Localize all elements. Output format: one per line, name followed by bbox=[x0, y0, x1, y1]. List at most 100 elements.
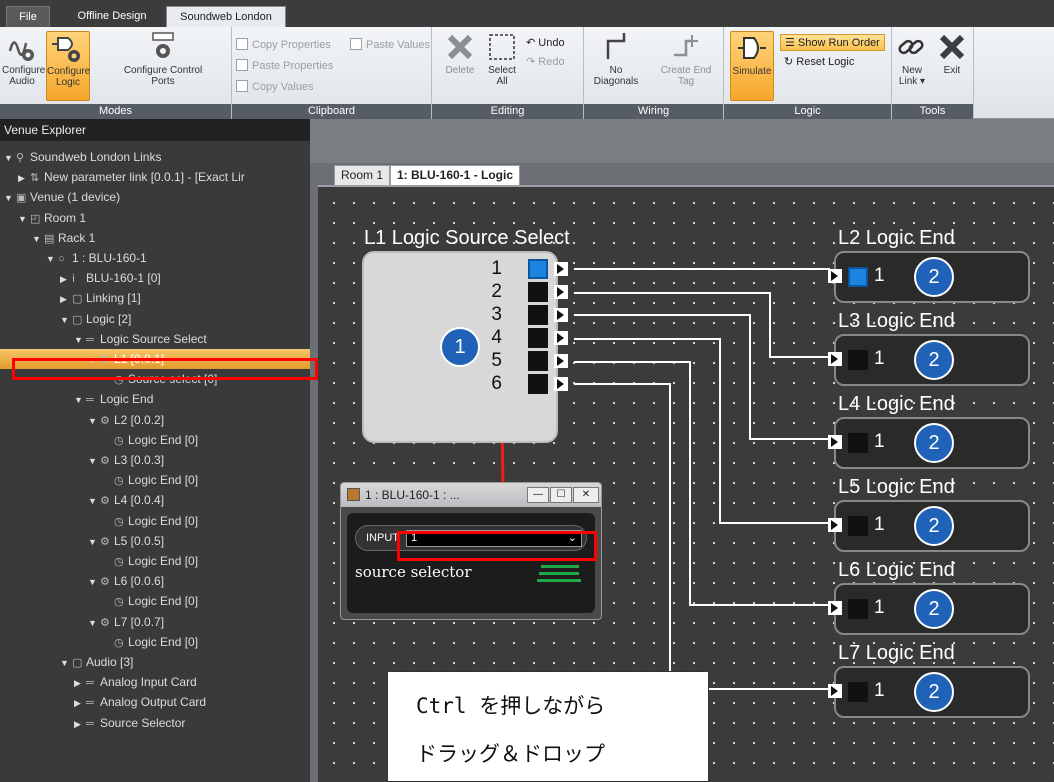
paste-values-button[interactable]: Paste Values bbox=[350, 37, 430, 54]
input-pin-arrow-icon[interactable] bbox=[828, 601, 842, 615]
tree-item[interactable]: ▼ ⚙ L3 [0.0.3] bbox=[88, 450, 164, 470]
output-pin-arrow-icon[interactable] bbox=[554, 354, 568, 368]
tree-item-label: 1 : BLU-160-1 bbox=[72, 251, 147, 265]
expand-caret-icon[interactable]: ▼ bbox=[88, 451, 100, 471]
tree-item[interactable]: ▶ ⇅ New parameter link [0.0.1] - [Exact Li… bbox=[18, 167, 245, 187]
simulate-button[interactable]: Simulate bbox=[730, 31, 774, 101]
exit-button[interactable]: Exit bbox=[934, 31, 970, 101]
expand-caret-icon[interactable]: ▼ bbox=[4, 188, 16, 208]
tree-item[interactable]: ◷ Logic End [0] bbox=[102, 430, 198, 450]
input-pin-arrow-icon[interactable] bbox=[828, 518, 842, 532]
output-pin-arrow-icon[interactable] bbox=[554, 331, 568, 345]
output-pin-arrow-icon[interactable] bbox=[554, 377, 568, 391]
tree-item[interactable]: ▶ ▢ Linking [1] bbox=[60, 288, 141, 308]
configure-control-ports-button[interactable]: Configure Control Ports bbox=[98, 31, 228, 101]
tree-item[interactable]: ▶ ═ Source Selector bbox=[74, 713, 185, 733]
output-pin-arrow-icon[interactable] bbox=[554, 285, 568, 299]
tree-item[interactable]: ▼ ○ 1 : BLU-160-1 bbox=[46, 248, 147, 268]
tree-node-icon: ⇅ bbox=[30, 172, 40, 185]
expand-caret-icon[interactable]: ▼ bbox=[60, 653, 72, 673]
maximize-button[interactable]: ☐ bbox=[550, 487, 572, 503]
output-pin-arrow-icon[interactable] bbox=[554, 308, 568, 322]
expand-caret-icon[interactable]: ▼ bbox=[60, 310, 72, 330]
expand-caret-icon[interactable]: ▼ bbox=[46, 249, 58, 269]
minimize-button[interactable]: — bbox=[527, 487, 549, 503]
expand-caret-icon[interactable]: ▶ bbox=[74, 693, 86, 713]
expand-caret-icon[interactable]: ▼ bbox=[18, 209, 30, 229]
simulate-label: Simulate bbox=[732, 66, 772, 77]
tree-item[interactable]: ▼ ⚙ L2 [0.0.2] bbox=[88, 410, 164, 430]
expand-caret-icon[interactable]: ▼ bbox=[88, 572, 100, 592]
tree-item[interactable]: ▼ ⚙ L5 [0.0.5] bbox=[88, 531, 164, 551]
tree-item[interactable]: ▼ ═ Logic End bbox=[74, 389, 153, 409]
tree-item[interactable]: ◷ Logic End [0] bbox=[102, 551, 198, 571]
close-button[interactable]: ✕ bbox=[573, 487, 599, 503]
tree-item[interactable]: ▼ ═ Logic Source Select bbox=[74, 329, 207, 349]
expand-caret-icon[interactable]: ▼ bbox=[74, 390, 86, 410]
configure-audio-button[interactable]: Configure Audio bbox=[2, 31, 45, 101]
tree-item[interactable]: ▼ ⚲ Soundweb London Links bbox=[4, 147, 161, 167]
tree-item[interactable]: ▼ ▢ Audio [3] bbox=[60, 652, 133, 672]
tree-item[interactable]: ▼ ⚙ L7 [0.0.7] bbox=[88, 612, 164, 632]
expand-caret-icon[interactable]: ▼ bbox=[88, 491, 100, 511]
copy-values-button[interactable]: Copy Values bbox=[236, 79, 314, 96]
tree-item-label: Source Selector bbox=[100, 715, 186, 730]
undo-button[interactable]: ↶ Undo bbox=[526, 35, 565, 52]
tab-file[interactable]: File bbox=[6, 6, 50, 27]
tree-item[interactable]: ▼ ⚙ L4 [0.0.4] bbox=[88, 490, 164, 510]
tree-item[interactable]: ▼ ◰ Room 1 bbox=[18, 208, 86, 228]
tree-item[interactable]: ▼ ▢ Logic [2] bbox=[60, 309, 131, 329]
tree-item[interactable]: ◷ Logic End [0] bbox=[102, 591, 198, 611]
tab-logic-view[interactable]: 1: BLU-160-1 - Logic bbox=[390, 165, 521, 185]
callout-line-1: Ctrl を押しながら bbox=[416, 694, 606, 718]
input-pin-arrow-icon[interactable] bbox=[828, 269, 842, 283]
output-pin-arrow-icon[interactable] bbox=[554, 262, 568, 276]
expand-caret-icon[interactable]: ▼ bbox=[88, 532, 100, 552]
ribbon-group-editing: Delete Select All ↶ Undo ↷ Redo Editing bbox=[432, 27, 584, 119]
expand-caret-icon[interactable]: ▼ bbox=[74, 330, 86, 350]
new-link-label-2: Link ▾ bbox=[898, 76, 926, 87]
expand-caret-icon[interactable]: ▶ bbox=[60, 289, 72, 309]
tab-soundweb-london[interactable]: Soundweb London bbox=[166, 6, 286, 27]
tree-item[interactable]: ◷ Logic End [0] bbox=[102, 511, 198, 531]
create-end-tag-button[interactable]: Create End Tag bbox=[654, 31, 718, 101]
tab-offline-design[interactable]: Offline Design bbox=[62, 6, 162, 27]
tree-item[interactable]: ▶ ═ Analog Input Card bbox=[74, 672, 197, 692]
expand-caret-icon[interactable]: ▼ bbox=[4, 148, 16, 168]
tree-node-icon: ═ bbox=[86, 677, 94, 690]
tree-item[interactable]: ◷ Logic End [0] bbox=[102, 470, 198, 490]
new-link-button[interactable]: New Link ▾ bbox=[894, 31, 930, 101]
redo-button[interactable]: ↷ Redo bbox=[526, 54, 565, 71]
expand-caret-icon[interactable]: ▶ bbox=[74, 673, 86, 693]
tree-item[interactable]: ▼ ▤ Rack 1 bbox=[32, 228, 95, 248]
expand-caret-icon[interactable]: ▼ bbox=[32, 229, 44, 249]
tree-item[interactable]: ▼ ▣ Venue (1 device) bbox=[4, 187, 120, 207]
expand-caret-icon[interactable]: ▶ bbox=[74, 714, 86, 734]
input-number: 1 bbox=[874, 348, 885, 369]
reset-logic-button[interactable]: ↻ Reset Logic bbox=[784, 54, 854, 71]
ribbon-group-wiring: No Diagonals Create End Tag Wiring bbox=[584, 27, 724, 119]
output-port-number: 3 bbox=[491, 304, 502, 325]
delete-button[interactable]: Delete bbox=[440, 31, 480, 101]
configure-logic-button[interactable]: Configure Logic bbox=[46, 31, 90, 101]
tools-group-label: Tools bbox=[892, 104, 973, 119]
expand-caret-icon[interactable]: ▼ bbox=[88, 613, 100, 633]
tree-item[interactable]: ▶ ═ Analog Output Card bbox=[74, 692, 206, 712]
redo-icon: ↷ bbox=[526, 56, 539, 68]
tree-item[interactable]: ▶ ⅰ BLU-160-1 [0] bbox=[60, 268, 161, 288]
no-diagonals-button[interactable]: No Diagonals bbox=[588, 31, 644, 101]
copy-properties-button[interactable]: Copy Properties bbox=[236, 37, 331, 54]
input-pin-arrow-icon[interactable] bbox=[828, 684, 842, 698]
paste-properties-button[interactable]: Paste Properties bbox=[236, 58, 333, 75]
expand-caret-icon[interactable]: ▼ bbox=[88, 411, 100, 431]
tree-node-icon: ○ bbox=[58, 253, 65, 265]
select-all-button[interactable]: Select All bbox=[482, 31, 522, 101]
input-pin-arrow-icon[interactable] bbox=[828, 352, 842, 366]
tab-room-1[interactable]: Room 1 bbox=[334, 165, 391, 185]
expand-caret-icon[interactable]: ▶ bbox=[18, 168, 30, 188]
tree-item[interactable]: ▼ ⚙ L6 [0.0.6] bbox=[88, 571, 164, 591]
tree-item[interactable]: ◷ Logic End [0] bbox=[102, 632, 198, 652]
input-pin-arrow-icon[interactable] bbox=[828, 435, 842, 449]
expand-caret-icon[interactable]: ▶ bbox=[60, 269, 72, 289]
show-run-order-button[interactable]: ☰ Show Run Order bbox=[780, 34, 885, 51]
